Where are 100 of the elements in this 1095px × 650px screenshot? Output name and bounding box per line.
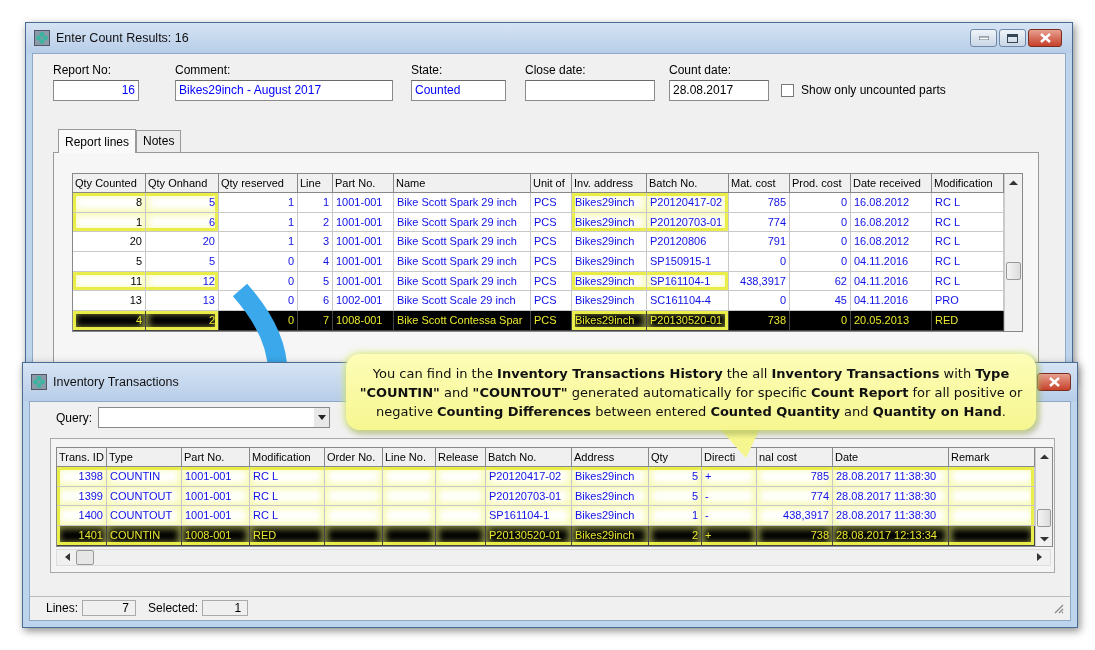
input-field[interactable]: Counted [411,80,506,101]
table-cell: 5 [146,252,219,272]
table-row[interactable]: 1398 COUNTIN 1001-001 RC L P20120417-02 Bikes29inch 5 + 785 28.08.2017 11:38:30 [57,467,1035,487]
table-cell: COUNTIN [107,526,182,546]
vertical-scrollbar[interactable] [1035,448,1052,546]
table-cell: Bikes29inch [572,193,647,213]
column-header[interactable]: Modification [250,448,325,467]
table-cell: 1001-001 [333,193,394,213]
column-header[interactable]: Trans. ID [57,448,107,467]
field-label: Report No: [53,63,113,77]
column-header[interactable]: Name [394,174,531,193]
close-button[interactable] [1037,373,1071,391]
input-field[interactable]: Bikes29inch - August 2017 [175,80,393,101]
table-cell: PCS [531,271,572,292]
table-row[interactable]: 1401 COUNTIN 1008-001 RED P20130520-01 Bikes29inch 2 + 738 28.08.2017 12:13:34 [57,526,1035,546]
table-cell: + [702,526,757,546]
table-cell: 28.08.2017 11:38:30 [833,486,949,507]
table-row[interactable]: 4 2 0 7 1008-001 Bike Scott Contessa Spar PCS Bikes29inch P20130520-01 738 0 20.05.2013 RED [73,311,1004,331]
checkbox[interactable] [781,83,794,97]
horizontal-scrollbar[interactable] [56,548,1051,566]
table-cell: 738 [757,526,833,546]
scroll-down-icon [1039,535,1049,542]
column-header[interactable]: Unit of [531,174,572,193]
column-header[interactable]: Part No. [333,174,394,193]
table-row[interactable]: 1399 COUNTOUT 1001-001 RC L P20120703-01 Bikes29inch 5 - 774 28.08.2017 11:38:30 [57,486,1035,507]
table-cell: PCS [531,212,572,233]
input-field[interactable]: 16 [53,80,139,101]
scroll-thumb[interactable] [1006,262,1021,280]
column-header[interactable]: Qty [649,448,702,467]
table-cell: 8 [73,193,146,213]
column-header[interactable]: Qty Counted [73,174,146,193]
table-cell: 12 [146,271,219,292]
table-cell: 3 [298,232,333,253]
column-header[interactable]: Part No. [182,448,250,467]
column-header[interactable]: Batch No. [647,174,729,193]
table-cell: SP161104-1 [647,271,729,292]
scroll-thumb[interactable] [1037,508,1051,527]
table-row[interactable]: 5 5 0 4 1001-001 Bike Scott Spark 29 inch PCS Bikes29inch SP150915-1 0 0 04.11.2016 RC L [73,252,1004,272]
column-header[interactable]: Address [572,448,649,467]
table-cell: 20 [73,232,146,253]
table-cell: 1399 [57,486,107,507]
table-cell: Bikes29inch [572,526,649,546]
column-header[interactable]: Qty reserved [219,174,298,193]
column-header[interactable]: Order No. [325,448,383,467]
column-header[interactable]: Inv. address [572,174,647,193]
table-cell: 0 [219,311,298,331]
table-cell: 1 [219,212,298,233]
table-cell: 2 [298,212,333,233]
column-header[interactable]: Remark [949,448,1035,467]
table-cell: 28.08.2017 11:38:30 [833,467,949,487]
column-header[interactable]: Line [298,174,333,193]
app-icon [34,30,50,46]
table-cell: 0 [790,232,851,253]
column-header[interactable]: Mat. cost [729,174,790,193]
table-row[interactable]: 8 5 1 1 1001-001 Bike Scott Spark 29 inch PCS Bikes29inch P20120417-02 785 0 16.08.2012 RC L [73,193,1004,213]
table-row[interactable]: 20 20 1 3 1001-001 Bike Scott Spark 29 inch PCS Bikes29inch P20120806 791 0 16.08.2012 RC L [73,232,1004,253]
table-cell: SP150915-1 [647,252,729,272]
vertical-scrollbar[interactable] [1004,174,1022,331]
table-cell: P20120417-02 [647,193,729,213]
input-field[interactable] [525,80,655,101]
column-header[interactable]: Modification [932,174,1004,193]
table-cell: Bike Scott Spark 29 inch [394,193,531,213]
table-row[interactable]: 1 6 1 2 1001-001 Bike Scott Spark 29 inch PCS Bikes29inch P20120703-01 774 0 16.08.2012 RC L [73,212,1004,233]
table-cell: 2 [146,311,219,331]
status-label: Lines: [46,601,79,615]
column-header[interactable]: Release [436,448,486,467]
query-dropdown[interactable] [98,407,330,428]
table-cell: 04.11.2016 [851,271,932,292]
field-label: Close date: [525,63,587,77]
column-header[interactable]: Batch No. [486,448,572,467]
table-cell: 774 [757,486,833,507]
column-header[interactable]: Prod. cost [790,174,851,193]
input-field[interactable]: 28.08.2017 [669,80,769,101]
column-header[interactable]: Qty Onhand [146,174,219,193]
column-header[interactable]: Directi [702,448,757,467]
scroll-left-icon [65,553,70,562]
table-cell: COUNTOUT [107,486,182,507]
table-cell: P20120703-01 [486,486,572,507]
table-cell: Bikes29inch [572,291,647,312]
field-label: State: [411,63,444,77]
table-row[interactable]: 11 12 0 5 1001-001 Bike Scott Spark 29 inch PCS Bikes29inch SP161104-1 438,3917 62 04.11.2016 RC L [73,271,1004,292]
table-cell: 04.11.2016 [851,252,932,272]
scroll-thumb[interactable] [76,549,94,565]
resize-grip-icon[interactable] [1052,602,1064,614]
table-cell: 1 [219,232,298,253]
table-cell: 62 [790,271,851,292]
table-cell: 1 [298,193,333,213]
table-cell: 20.05.2013 [851,311,932,331]
maximize-button[interactable] [999,29,1026,47]
column-header[interactable]: Type [107,448,182,467]
table-cell: 4 [298,252,333,272]
tab[interactable]: Report lines [58,129,137,153]
tab[interactable]: Notes [136,130,182,152]
column-header[interactable]: Date received [851,174,932,193]
close-icon [1048,377,1060,387]
column-header[interactable]: Date [833,448,949,467]
close-button[interactable] [1028,29,1062,47]
column-header[interactable]: Line No. [383,448,436,467]
column-header[interactable]: nal cost [757,448,833,467]
table-cell: 1001-001 [182,486,250,507]
